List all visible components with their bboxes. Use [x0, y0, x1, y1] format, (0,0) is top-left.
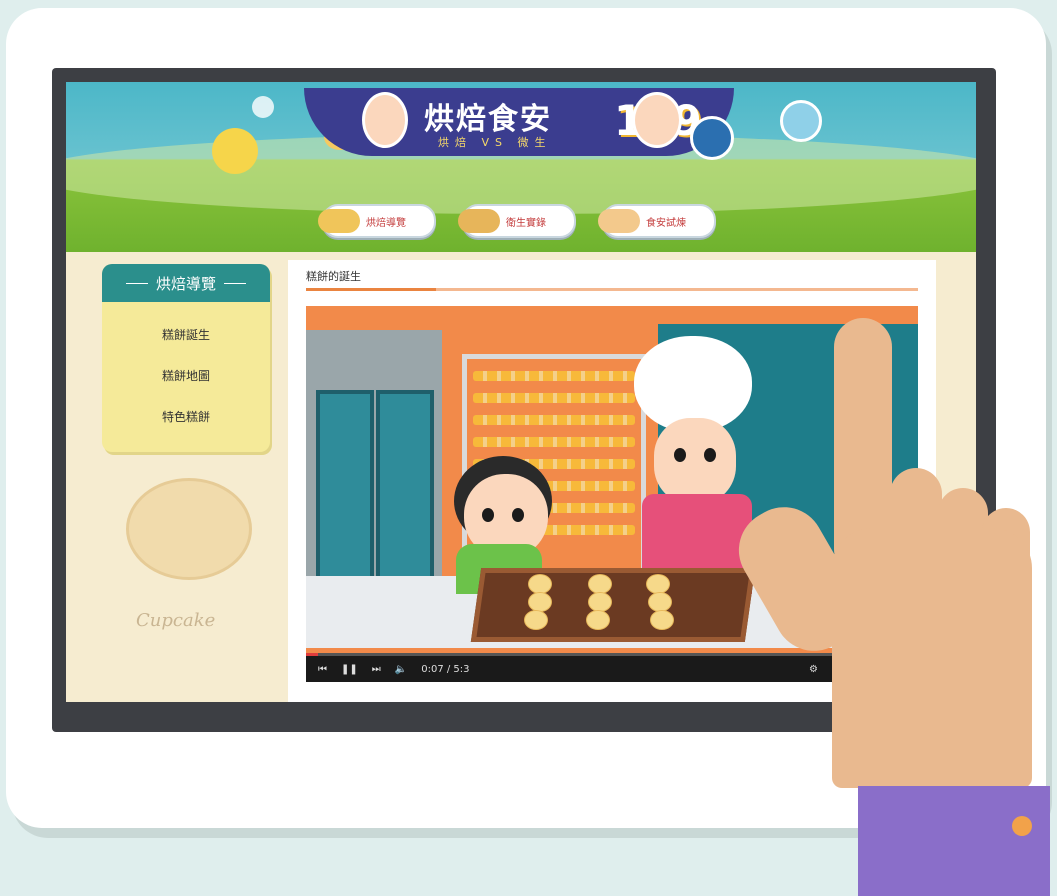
cuff-button-illustration	[1012, 816, 1032, 836]
page-subtitle: 烘焙 VS 微生	[438, 136, 552, 149]
sidebar-item-specialty-pastry[interactable]: 特色糕餅	[102, 408, 270, 425]
baking-tray-illustration	[470, 568, 756, 642]
nav-button-food-safety-test[interactable]: 食安試煉	[598, 204, 716, 238]
scientist-avatar-icon	[632, 92, 682, 148]
bun-illustration	[524, 610, 548, 630]
sidebar-heading: 烘焙導覽	[102, 264, 270, 302]
sidebar-item-pastry-birth[interactable]: 糕餅誕生	[102, 326, 270, 343]
sleeve-cuff-illustration	[858, 786, 1050, 896]
previous-icon[interactable]: ⏮	[318, 664, 327, 675]
mooncake-decoration	[126, 478, 252, 580]
nav-label: 衛生實錄	[506, 217, 546, 229]
next-icon[interactable]: ⏭	[372, 664, 381, 675]
sidebar-heading-label: 烘焙導覽	[155, 274, 216, 293]
donut-icon	[212, 128, 258, 174]
chef-face-illustration	[654, 418, 736, 504]
pause-icon[interactable]: ❚❚	[341, 664, 358, 675]
bun-illustration	[646, 574, 670, 594]
title-divider-accent	[306, 288, 436, 291]
content-title: 糕餅的誕生	[306, 270, 361, 283]
page-title: 烘焙食安	[424, 102, 552, 137]
volume-icon[interactable]: 🔈	[395, 664, 407, 675]
cupcake-script-decoration: Cupcake	[136, 610, 216, 631]
sidebar-item-pastry-map[interactable]: 糕餅地圖	[102, 367, 270, 384]
sidebar-menu: 烘焙導覽 糕餅誕生 糕餅地圖 特色糕餅	[102, 264, 270, 452]
header-banner: 烘焙食安 139 烘焙 VS 微生 烘焙導覽 衛生實錄 食安試煉	[66, 82, 976, 252]
nav-button-baking-guide[interactable]: 烘焙導覽	[318, 204, 436, 238]
bun-illustration	[528, 574, 552, 594]
cake-icon	[318, 209, 360, 233]
nav-button-hygiene[interactable]: 衛生實錄	[458, 204, 576, 238]
video-time: 0:07 / 5:3	[421, 663, 470, 675]
mooncake-icon	[598, 209, 640, 233]
bun-illustration	[586, 610, 610, 630]
pointing-hand-illustration	[724, 318, 1042, 788]
oven-illustration	[306, 330, 442, 598]
girl-avatar-icon	[362, 92, 408, 148]
bun-illustration	[650, 610, 674, 630]
bread-slice-icon	[458, 209, 500, 233]
bun-illustration	[528, 592, 552, 612]
beaker-icon	[780, 100, 822, 142]
test-tubes-icon	[690, 116, 734, 160]
bun-illustration	[588, 574, 612, 594]
nav-label: 烘焙導覽	[366, 217, 406, 229]
nav-label: 食安試煉	[646, 217, 686, 229]
bubble-icon	[252, 96, 274, 118]
bun-illustration	[588, 592, 612, 612]
bun-illustration	[648, 592, 672, 612]
